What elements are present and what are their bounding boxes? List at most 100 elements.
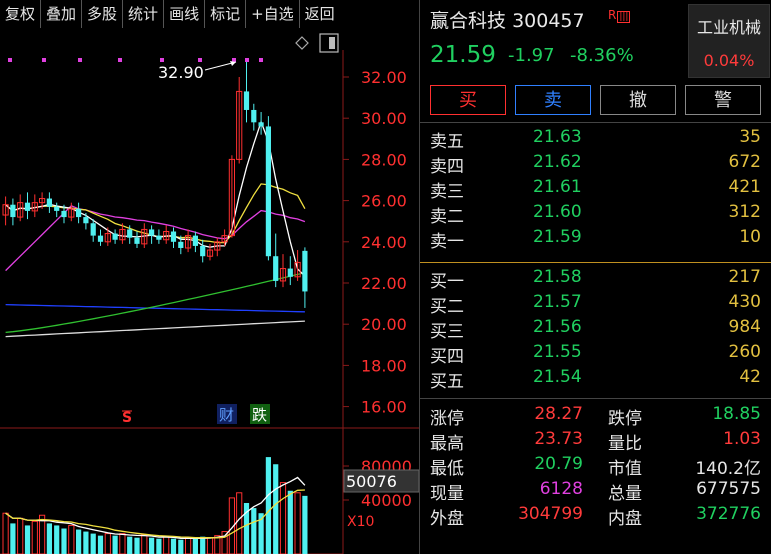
candle-body [258,122,264,127]
toolbar-overlay-button[interactable]: 叠加 [41,0,83,28]
sell-level-volume: 421 [728,177,761,197]
r-badge-label: R [608,8,617,22]
volume-bar [251,508,257,554]
toolbar-mark-button[interactable]: 标记 [205,0,247,28]
candle-body [76,208,82,218]
buy-level-price: 21.55 [533,342,582,362]
sell-level-price: 21.63 [533,127,582,147]
candle-body [192,235,198,246]
candle-body [54,206,60,211]
buy-level-label: 买四 [430,347,464,367]
buy-level-label: 买一 [430,272,464,292]
stat-value: 20.79 [534,454,583,474]
price-tick-label: 24.00 [361,233,407,252]
sell-level-price: 21.59 [533,227,582,247]
buy-book-row[interactable]: 买二 21.57 430 [420,290,771,317]
candle-body [83,217,89,224]
buy-book-row[interactable]: 买四 21.55 260 [420,340,771,367]
stock-name: 赢合科技 [430,10,507,32]
stat-value: 372776 [696,504,761,524]
event-die-marker[interactable]: 跌 [252,406,267,424]
sell-level-label: 卖二 [430,207,464,227]
period-dot [259,58,263,62]
diamond-icon[interactable] [295,36,309,50]
sell-level-volume: 312 [728,202,761,222]
price-change: -1.97 [508,45,555,66]
volume-bar [273,464,279,554]
book-mid-divider [420,262,771,263]
price-tick-label: 26.00 [361,192,407,211]
period-dot [245,58,249,62]
buy-level-label: 买五 [430,372,464,392]
kline-chart-svg[interactable]: 32.00 30.00 28.00 26.00 24.00 22.00 20.00 18.00… [0,30,420,554]
sell-level-price: 21.61 [533,177,582,197]
sell-book-row[interactable]: 卖一 21.59 10 [420,225,771,252]
sell-book-row[interactable]: 卖四 21.62 672 [420,150,771,177]
volume-bar [2,512,9,554]
candle-body [90,223,96,236]
sell-level-label: 卖四 [430,157,464,177]
candle-body [170,231,177,242]
period-dot [8,58,12,62]
ma20-line [5,205,306,272]
period-dot [78,58,82,62]
toolbar-stats-button[interactable]: 统计 [123,0,165,28]
period-dot [232,58,236,62]
candle-body [46,198,52,207]
sell-button[interactable]: 卖 [515,85,591,115]
buy-book-row[interactable]: 买三 21.56 984 [420,315,771,342]
industry-name: 工业机械 [696,18,761,37]
stat-label: 内盘 [608,509,642,529]
buy-level-volume: 984 [728,317,761,337]
stat-label: 跌停 [608,409,642,429]
candle-body [287,268,293,277]
volume-bar [61,528,67,554]
stat-label: 涨停 [430,409,464,429]
buy-book-row[interactable]: 买五 21.54 42 [420,365,771,392]
stat-row: 现量 6128 总量 677575 [420,478,771,504]
buy-level-volume: 217 [728,267,761,287]
buy-level-price: 21.54 [533,367,582,387]
sell-level-label: 卖五 [430,132,464,152]
cancel-order-button[interactable]: 撤 [600,85,676,115]
window-toggle-icon[interactable] [319,33,339,53]
toolbar-back-button[interactable]: 返回 [300,0,340,28]
alert-button[interactable]: 警 [685,85,761,115]
volume-bar [76,529,82,554]
candle-body [134,237,140,244]
stat-row: 最高 23.73 量比 1.03 [420,428,771,454]
event-s-marker[interactable]: S [122,410,132,426]
price-tick-label: 20.00 [361,315,407,334]
volume-multiplier: X10 [347,514,374,530]
event-cai-marker[interactable]: 财 [219,406,234,424]
sell-book-row[interactable]: 卖二 21.60 312 [420,200,771,227]
sell-book-row[interactable]: 卖三 21.61 421 [420,175,771,202]
stat-value: 18.85 [712,404,761,424]
buy-button[interactable]: 买 [430,85,506,115]
high-price-marker: 32.90 [158,63,204,82]
stat-label: 最高 [430,434,464,454]
volume-bar [170,538,177,554]
candle-body [273,256,279,281]
volume-readout: 50076 [346,472,397,491]
buy-level-price: 21.57 [533,292,582,312]
toolbar-multi-stock-button[interactable]: 多股 [82,0,124,28]
candle-body [127,229,133,238]
kline-chart-area[interactable]: 32.00 30.00 28.00 26.00 24.00 22.00 20.00 18.00… [0,30,420,554]
volume-bar [149,537,155,554]
volume-bar [206,537,214,554]
ma120-line [5,303,305,313]
buy-level-label: 买三 [430,322,464,342]
buy-level-price: 21.58 [533,267,582,287]
buy-level-volume: 42 [739,367,761,387]
toolbar-fuquan-button[interactable]: 复权 [0,0,42,28]
axis-labels: 32.00 30.00 28.00 26.00 24.00 22.00 20.00 18.00… [361,68,412,510]
buy-book-row[interactable]: 买一 21.58 217 [420,265,771,292]
candle-body [251,109,257,123]
industry-box[interactable]: 工业机械 0.04% [688,4,770,78]
toolbar-draw-line-button[interactable]: 画线 [164,0,206,28]
sell-book-row[interactable]: 卖五 21.63 35 [420,125,771,152]
toolbar-add-watchlist-button[interactable]: +自选 [246,0,300,28]
volume-bar [24,525,31,554]
volume-tick-label: 40000 [361,491,412,510]
